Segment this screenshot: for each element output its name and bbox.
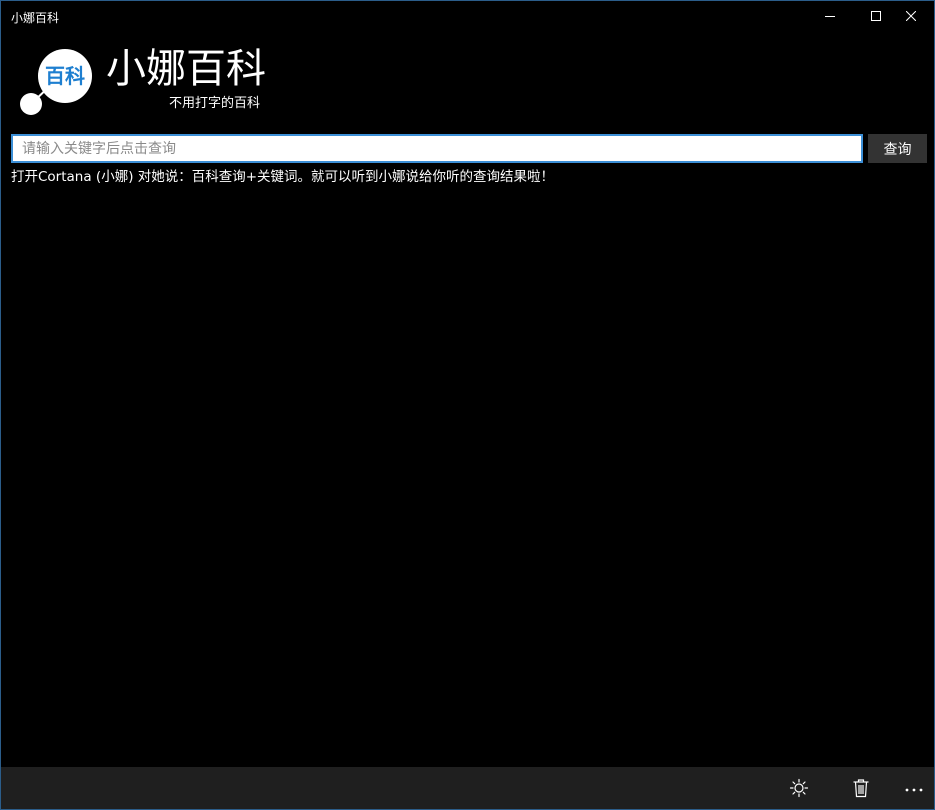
app-window: 小娜百科 百科 小娜百科 不用打字的百科 查询 打开Cort <box>0 0 935 810</box>
logo-graphic: 百科 <box>20 49 92 115</box>
delete-button[interactable] <box>841 767 881 809</box>
close-icon <box>906 11 916 21</box>
app-name: 小娜百科 <box>106 46 266 92</box>
brightness-icon <box>789 778 809 798</box>
usage-hint: 打开Cortana (小娜) 对她说：百科查询+关键词。就可以听到小娜说给你听的… <box>11 169 555 185</box>
window-title: 小娜百科 <box>11 11 60 25</box>
app-logo: 百科 <box>18 46 96 118</box>
minimize-icon <box>825 16 835 17</box>
close-button[interactable] <box>888 1 934 31</box>
delete-icon <box>853 779 869 798</box>
more-icon <box>905 788 923 792</box>
logo-text: 百科 <box>45 64 85 88</box>
more-button[interactable] <box>894 767 934 809</box>
app-subtitle: 不用打字的百科 <box>169 96 261 111</box>
bottom-command-bar <box>1 767 934 809</box>
title-bar[interactable]: 小娜百科 <box>1 1 934 31</box>
search-input[interactable] <box>11 134 863 163</box>
search-button[interactable]: 查询 <box>868 134 927 163</box>
maximize-icon <box>871 11 881 21</box>
brightness-button[interactable] <box>779 767 819 809</box>
minimize-button[interactable] <box>807 1 853 31</box>
